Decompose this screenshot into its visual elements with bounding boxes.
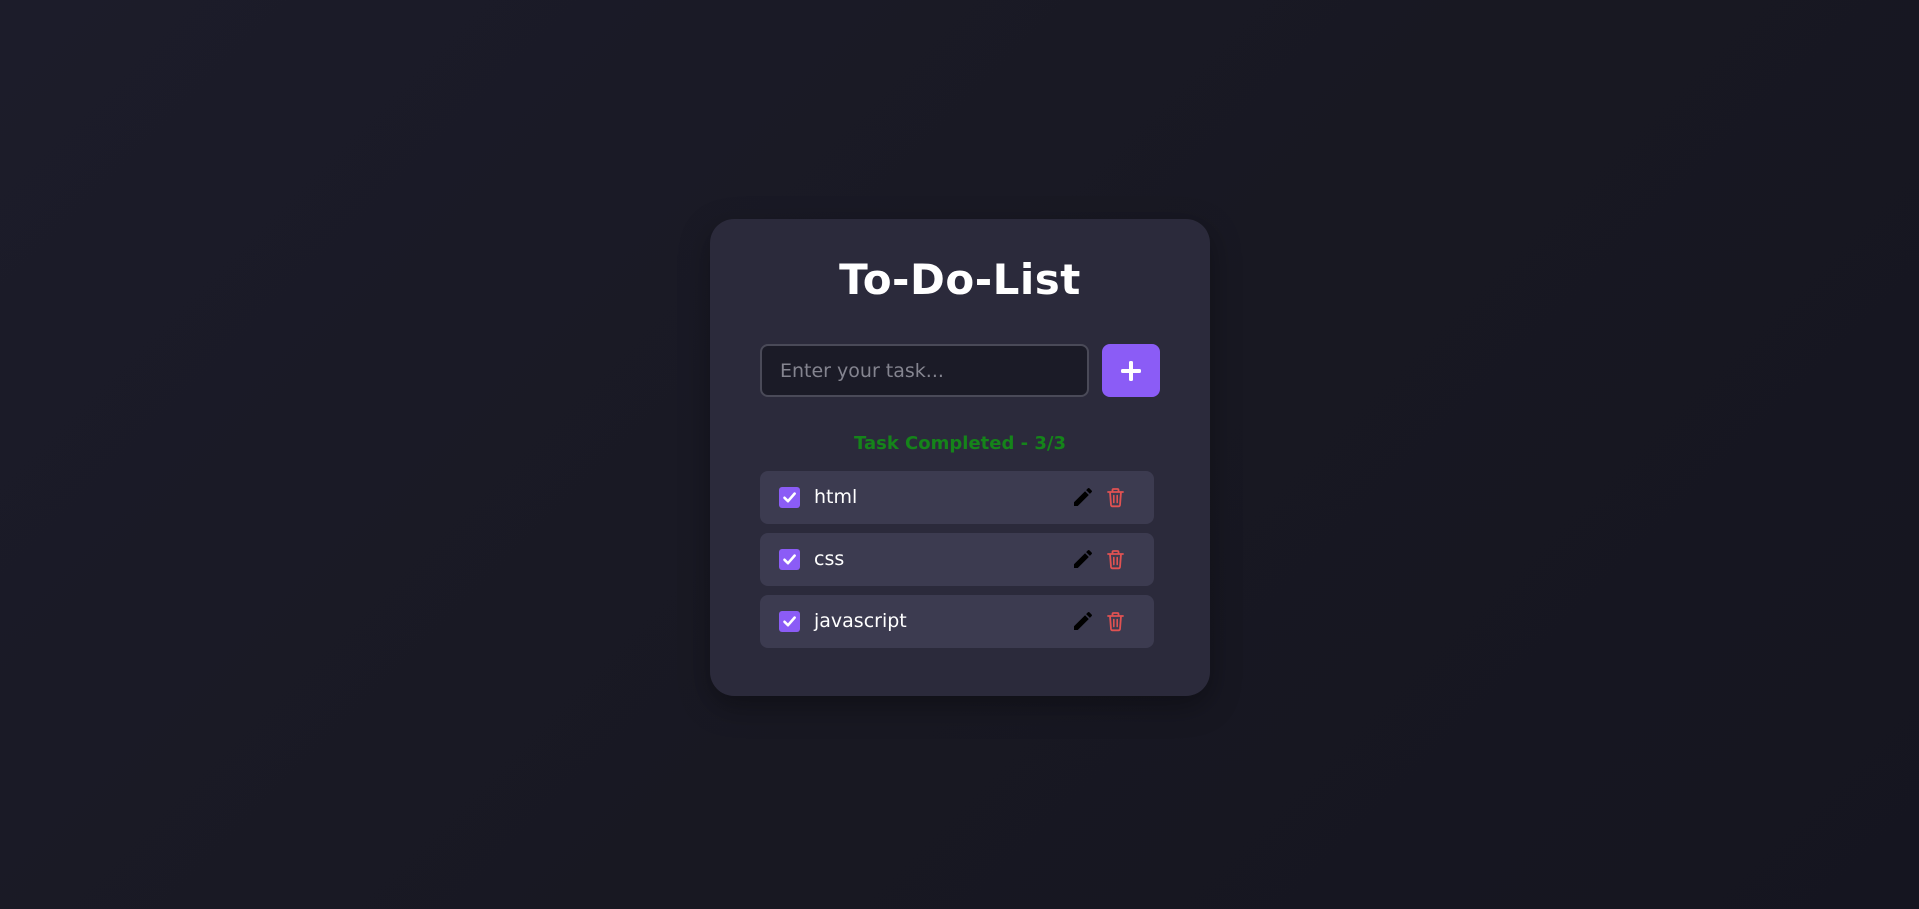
delete-button[interactable] — [1104, 546, 1126, 572]
todo-card: To-Do-List Task Completed - 3/3 html — [710, 219, 1210, 696]
checkmark-icon — [782, 614, 797, 629]
completion-status: Task Completed - 3/3 — [854, 433, 1066, 454]
pencil-icon — [1071, 485, 1095, 509]
task-label: javascript — [814, 610, 907, 632]
task-item: javascript — [760, 595, 1154, 648]
checkmark-icon — [782, 552, 797, 567]
edit-button[interactable] — [1070, 608, 1096, 634]
checkmark-icon — [782, 490, 797, 505]
delete-button[interactable] — [1104, 608, 1126, 634]
pencil-icon — [1071, 609, 1095, 633]
trash-icon — [1106, 549, 1125, 570]
task-input[interactable] — [760, 344, 1089, 397]
task-checkbox[interactable] — [779, 611, 800, 632]
trash-icon — [1106, 611, 1125, 632]
task-list: html css javascript — [760, 471, 1154, 657]
page-title: To-Do-List — [839, 255, 1081, 304]
add-task-button[interactable] — [1102, 344, 1160, 397]
edit-button[interactable] — [1070, 546, 1096, 572]
pencil-icon — [1071, 547, 1095, 571]
input-row — [760, 344, 1160, 398]
edit-button[interactable] — [1070, 484, 1096, 510]
task-checkbox[interactable] — [779, 549, 800, 570]
task-checkbox[interactable] — [779, 487, 800, 508]
delete-button[interactable] — [1104, 484, 1126, 510]
task-item: html — [760, 471, 1154, 524]
plus-icon — [1120, 360, 1142, 382]
task-item: css — [760, 533, 1154, 586]
trash-icon — [1106, 487, 1125, 508]
task-label: css — [814, 548, 845, 570]
task-label: html — [814, 486, 858, 508]
